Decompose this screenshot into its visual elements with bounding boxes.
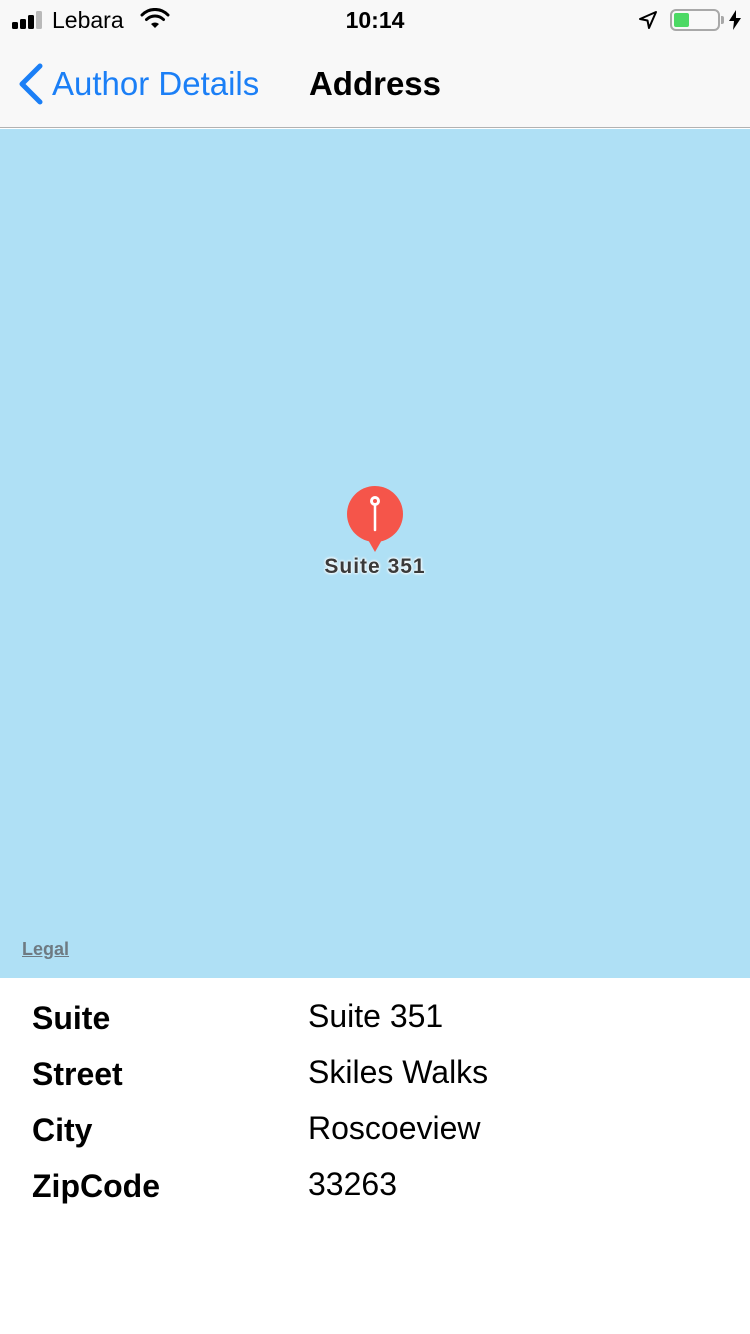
detail-value: Skiles Walks bbox=[308, 1054, 489, 1090]
screen: Lebara 10:14 Author Details Address Suit… bbox=[0, 0, 750, 1334]
legal-link[interactable]: Legal bbox=[22, 939, 69, 960]
status-bar: Lebara 10:14 bbox=[0, 0, 750, 40]
detail-value: 33263 bbox=[308, 1166, 397, 1202]
detail-value: Suite 351 bbox=[308, 998, 444, 1034]
detail-label: ZipCode bbox=[32, 1168, 160, 1204]
battery-icon bbox=[670, 9, 720, 31]
detail-row-street: Street Skiles Walks bbox=[0, 1048, 750, 1104]
navigation-bar: Author Details Address bbox=[0, 40, 750, 128]
detail-row-suite: Suite Suite 351 bbox=[0, 992, 750, 1048]
detail-value: Roscoeview bbox=[308, 1110, 481, 1146]
charging-bolt-icon bbox=[729, 10, 741, 30]
detail-row-zipcode: ZipCode 33263 bbox=[0, 1160, 750, 1216]
detail-label: Suite bbox=[32, 1000, 111, 1036]
detail-label: Street bbox=[32, 1056, 123, 1092]
detail-row-city: City Roscoeview bbox=[0, 1104, 750, 1160]
map-view[interactable]: Suite 351 Legal bbox=[0, 129, 750, 978]
page-title: Address bbox=[308, 65, 442, 102]
battery-fill bbox=[674, 13, 689, 27]
address-details: Suite Suite 351 Street Skiles Walks City… bbox=[0, 978, 750, 1216]
detail-label: City bbox=[32, 1112, 93, 1148]
battery-cap bbox=[721, 16, 724, 24]
map-pin-icon[interactable] bbox=[345, 486, 405, 554]
map-pin-label: Suite 351 bbox=[324, 555, 426, 578]
location-arrow-icon bbox=[639, 11, 657, 29]
